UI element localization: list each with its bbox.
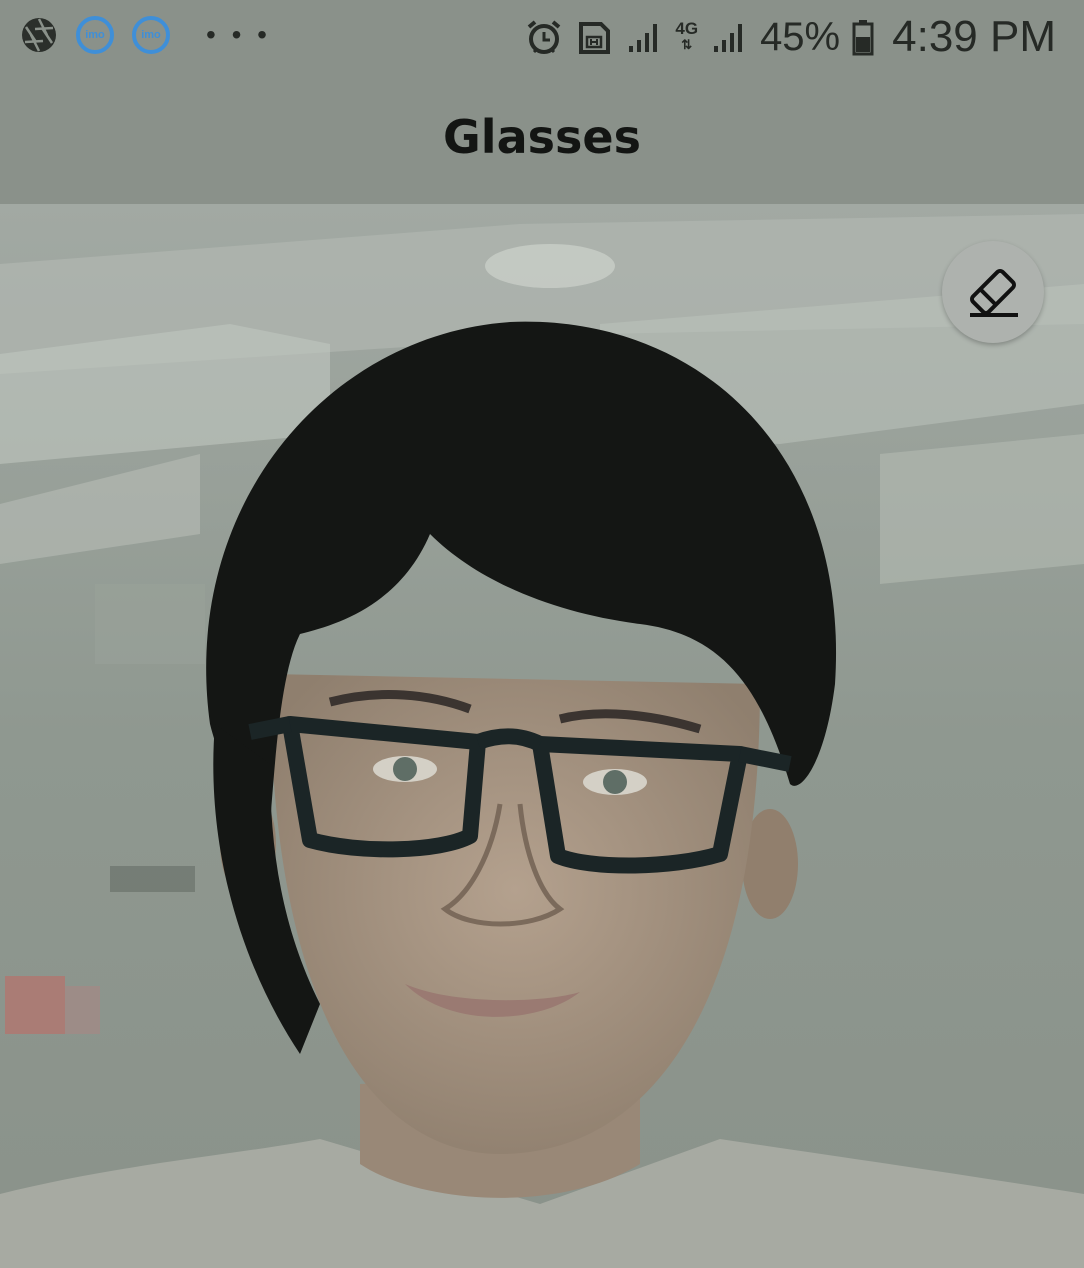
page-title: Glasses	[443, 110, 641, 164]
network-type-indicator: 4G ⇅	[675, 19, 699, 52]
portrait-image	[0, 204, 1084, 1268]
signal-strength-icon	[629, 24, 658, 52]
sim-card-icon	[579, 22, 611, 54]
photo-preview	[0, 204, 1084, 1268]
status-right: 4G ⇅ 45% 4:39 PM	[525, 12, 1056, 62]
eraser-icon	[970, 269, 1018, 317]
aperture-icon	[22, 18, 56, 52]
imo-icon: imo	[132, 16, 170, 54]
status-bar: imo imo • • • 4G ⇅ 45% 4:39 PM	[0, 0, 1084, 76]
status-left: imo imo • • •	[20, 16, 271, 54]
battery-icon	[852, 20, 874, 56]
app-header: Glasses	[0, 76, 1084, 204]
clock: 4:39 PM	[892, 12, 1056, 61]
signal-strength-icon	[714, 24, 743, 52]
battery-percentage: 45%	[760, 14, 841, 59]
more-notifications-icon: • • •	[206, 19, 271, 50]
imo-icon: imo	[76, 16, 114, 54]
alarm-icon	[528, 20, 561, 54]
eraser-button[interactable]	[942, 241, 1044, 343]
